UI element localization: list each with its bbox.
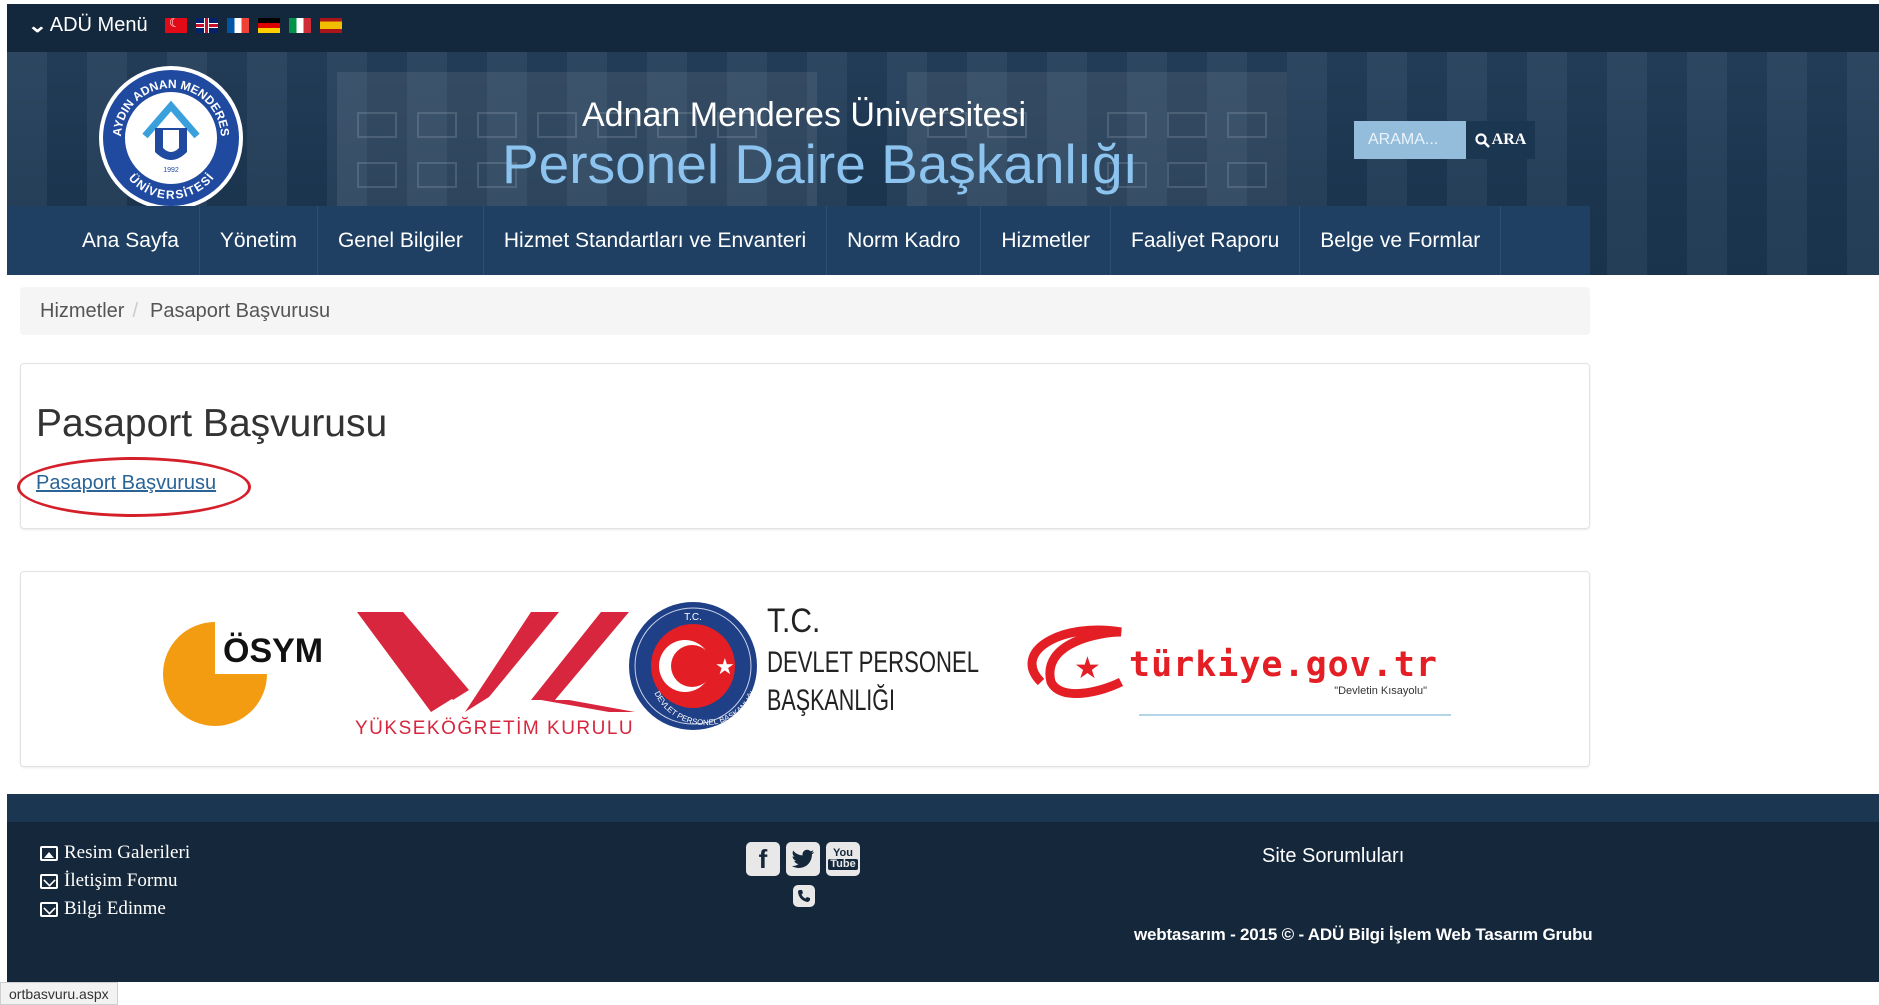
- status-url: ortbasvuru.aspx: [9, 985, 109, 1002]
- breadcrumb-separator: /: [132, 299, 139, 322]
- footer-link-contact[interactable]: İletişim Formu: [40, 870, 177, 892]
- main-nav: Ana Sayfa Yönetim Genel Bilgiler Hizmet …: [7, 206, 1590, 275]
- nav-item-hizmet-standartlari[interactable]: Hizmet Standartları ve Envanteri: [484, 206, 828, 275]
- image-icon: [40, 845, 58, 861]
- nav-item-faaliyet-raporu[interactable]: Faaliyet Raporu: [1111, 206, 1301, 275]
- partner-logos: ÖSYM YÜKSEKÖĞRETİM KURULU ★ T.C. DEVLET …: [163, 601, 1451, 739]
- adu-menu-label: ADÜ Menü: [49, 14, 148, 36]
- partner-logos-panel: ÖSYM YÜKSEKÖĞRETİM KURULU ★ T.C. DEVLET …: [20, 571, 1590, 767]
- nav-item-norm-kadro[interactable]: Norm Kadro: [827, 206, 982, 275]
- search-icon: [1475, 132, 1490, 148]
- language-flags: [165, 18, 342, 33]
- french-flag-icon[interactable]: [227, 18, 249, 33]
- chevron-down-icon: ⌄: [27, 15, 48, 37]
- nav-item-belge-formlar[interactable]: Belge ve Formlar: [1300, 206, 1502, 275]
- top-bar: ⌄ ADÜ Menü: [7, 4, 1879, 52]
- university-name: Adnan Menderes Üniversitesi: [582, 96, 1027, 134]
- footer-top-band: [7, 794, 1879, 822]
- nav-item-ana-sayfa[interactable]: Ana Sayfa: [62, 206, 200, 275]
- german-flag-icon[interactable]: [258, 18, 280, 33]
- yok-text: YÜKSEKÖĞRETİM KURULU: [355, 717, 634, 739]
- dpb-line2: DEVLET PERSONEL: [767, 646, 979, 679]
- turkiye-gov-tagline: "Devletin Kısayolu": [1334, 685, 1427, 697]
- english-flag-icon[interactable]: [196, 18, 218, 33]
- facebook-icon[interactable]: f: [746, 842, 780, 876]
- spanish-flag-icon[interactable]: [320, 18, 342, 33]
- dpb-logo[interactable]: ★ T.C. DEVLET PERSONEL BAŞKANLIĞI T.C. D…: [629, 601, 979, 730]
- twitter-icon[interactable]: [786, 842, 820, 876]
- turkiye-gov-logo[interactable]: ★ türkiye.gov.tr "Devletin Kısayolu": [1027, 625, 1451, 716]
- svg-text:★: ★: [715, 655, 735, 680]
- copyright-text: webtasarım - 2015 © - ADÜ Bilgi İşlem We…: [1134, 925, 1593, 944]
- youtube-icon[interactable]: You Tube: [826, 842, 860, 876]
- nav-item-yonetim[interactable]: Yönetim: [200, 206, 318, 275]
- breadcrumb-hizmetler[interactable]: Hizmetler: [40, 300, 124, 323]
- university-logo[interactable]: AYDIN ADNAN MENDERES ÜNİVERSİTESİ 1992: [97, 64, 245, 212]
- italian-flag-icon[interactable]: [289, 18, 311, 33]
- dpb-line3: BAŞKANLIĞI: [767, 684, 895, 717]
- footer-link-info[interactable]: Bilgi Edinme: [40, 898, 166, 920]
- page-title: Pasaport Başvurusu: [36, 402, 388, 445]
- dpb-seal-top: T.C.: [684, 612, 702, 623]
- site-responsibles-link[interactable]: Site Sorumluları: [1262, 845, 1404, 868]
- youtube-icon-bottom: Tube: [828, 858, 858, 870]
- footer-link-gallery-label: Resim Galerileri: [64, 842, 191, 863]
- phone-icon[interactable]: [793, 885, 815, 907]
- search-button-label: ARA: [1491, 131, 1527, 148]
- svg-text:★: ★: [1074, 651, 1101, 686]
- yok-logo[interactable]: YÜKSEKÖĞRETİM KURULU: [355, 612, 635, 739]
- breadcrumb: Hizmetler / Pasaport Başvurusu: [20, 287, 1590, 335]
- nav-item-hizmetler[interactable]: Hizmetler: [981, 206, 1112, 275]
- search-button[interactable]: ARA: [1466, 121, 1535, 159]
- footer-link-contact-label: İletişim Formu: [64, 870, 178, 891]
- turkish-flag-icon[interactable]: [165, 18, 187, 33]
- osym-text: ÖSYM: [223, 632, 323, 670]
- osym-logo[interactable]: ÖSYM: [163, 620, 323, 726]
- footer-link-gallery[interactable]: Resim Galerileri: [40, 842, 190, 864]
- footer-link-info-label: Bilgi Edinme: [64, 898, 166, 919]
- browser-status-bar: ortbasvuru.aspx: [0, 982, 118, 1005]
- turkiye-gov-text: türkiye.gov.tr: [1129, 645, 1438, 685]
- logo-year: 1992: [163, 167, 179, 174]
- content-panel: Pasaport Başvurusu Pasaport Başvurusu: [20, 363, 1590, 529]
- search-input[interactable]: [1354, 121, 1466, 159]
- dpb-line1: T.C.: [767, 601, 820, 639]
- site-footer: Resim Galerileri İletişim Formu Bilgi Ed…: [7, 794, 1879, 982]
- adu-menu-toggle[interactable]: ⌄ ADÜ Menü: [27, 13, 148, 38]
- envelope-icon: [40, 901, 58, 917]
- nav-item-genel-bilgiler[interactable]: Genel Bilgiler: [318, 206, 484, 275]
- envelope-icon: [40, 873, 58, 889]
- breadcrumb-current: Pasaport Başvurusu: [150, 299, 331, 322]
- passport-application-link[interactable]: Pasaport Başvurusu: [36, 472, 216, 495]
- department-title[interactable]: Personel Daire Başkanlığı: [502, 132, 1138, 196]
